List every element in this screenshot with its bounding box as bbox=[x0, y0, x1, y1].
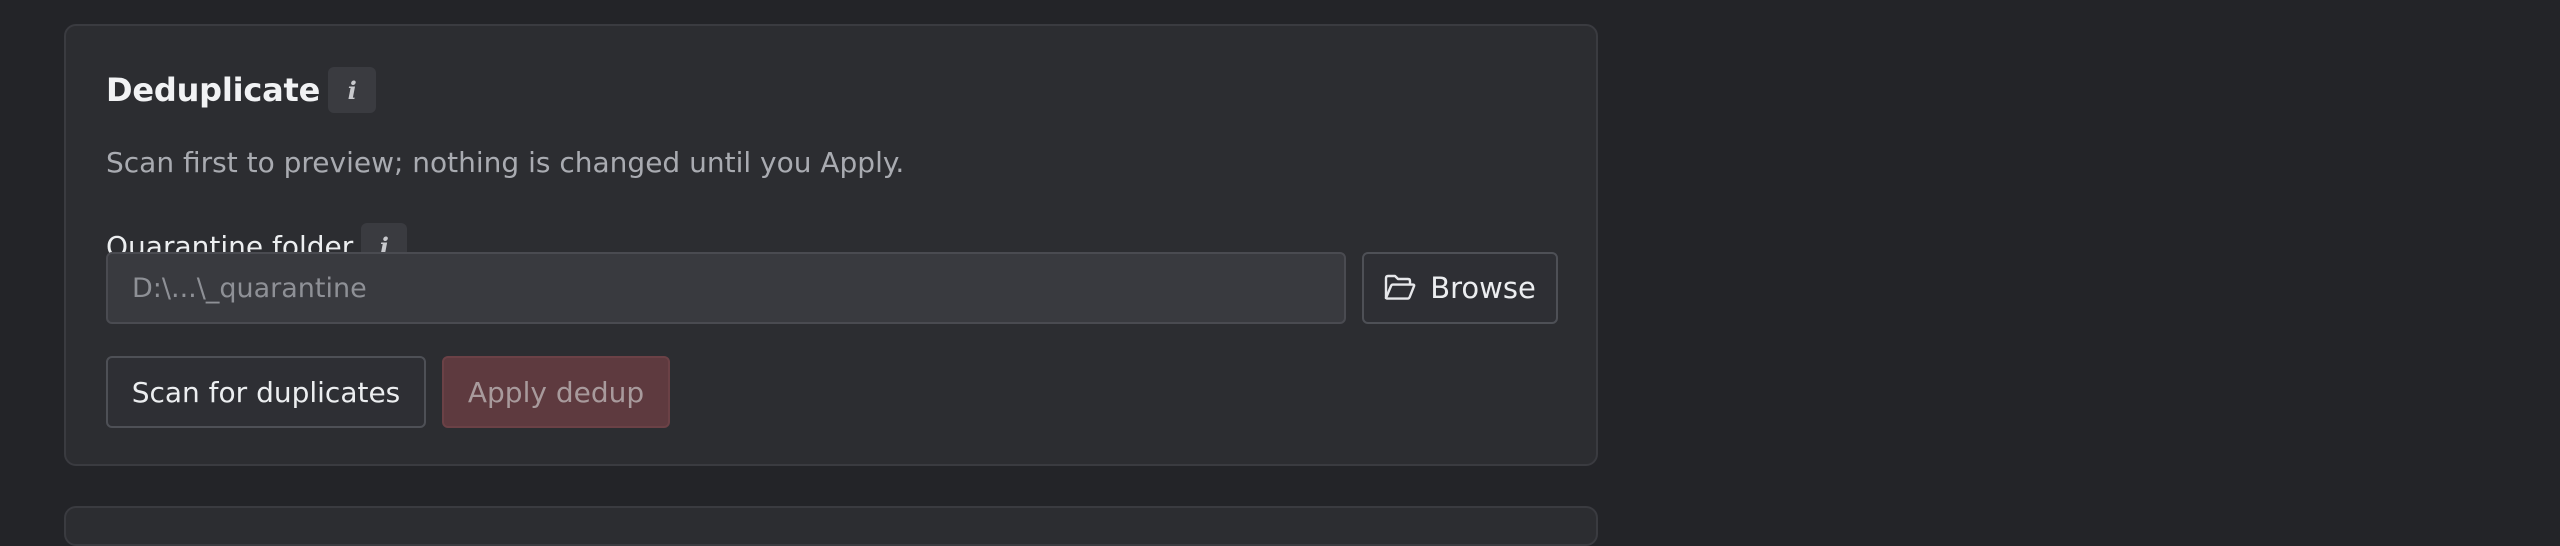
folder-open-icon bbox=[1384, 274, 1416, 302]
apply-dedup-button[interactable]: Apply dedup bbox=[442, 356, 670, 428]
title-info-button[interactable]: i bbox=[328, 67, 377, 113]
quarantine-folder-input[interactable] bbox=[106, 252, 1346, 324]
browse-label: Browse bbox=[1430, 271, 1536, 305]
deduplicate-card: Deduplicate i Scan first to preview; not… bbox=[64, 24, 1598, 466]
card-header: Deduplicate i bbox=[106, 66, 377, 114]
browse-button[interactable]: Browse bbox=[1362, 252, 1558, 324]
info-icon: i bbox=[347, 75, 357, 105]
next-card bbox=[64, 506, 1598, 546]
card-subtitle: Scan first to preview; nothing is change… bbox=[106, 146, 905, 179]
card-title: Deduplicate bbox=[106, 71, 321, 109]
scan-for-duplicates-button[interactable]: Scan for duplicates bbox=[106, 356, 426, 428]
